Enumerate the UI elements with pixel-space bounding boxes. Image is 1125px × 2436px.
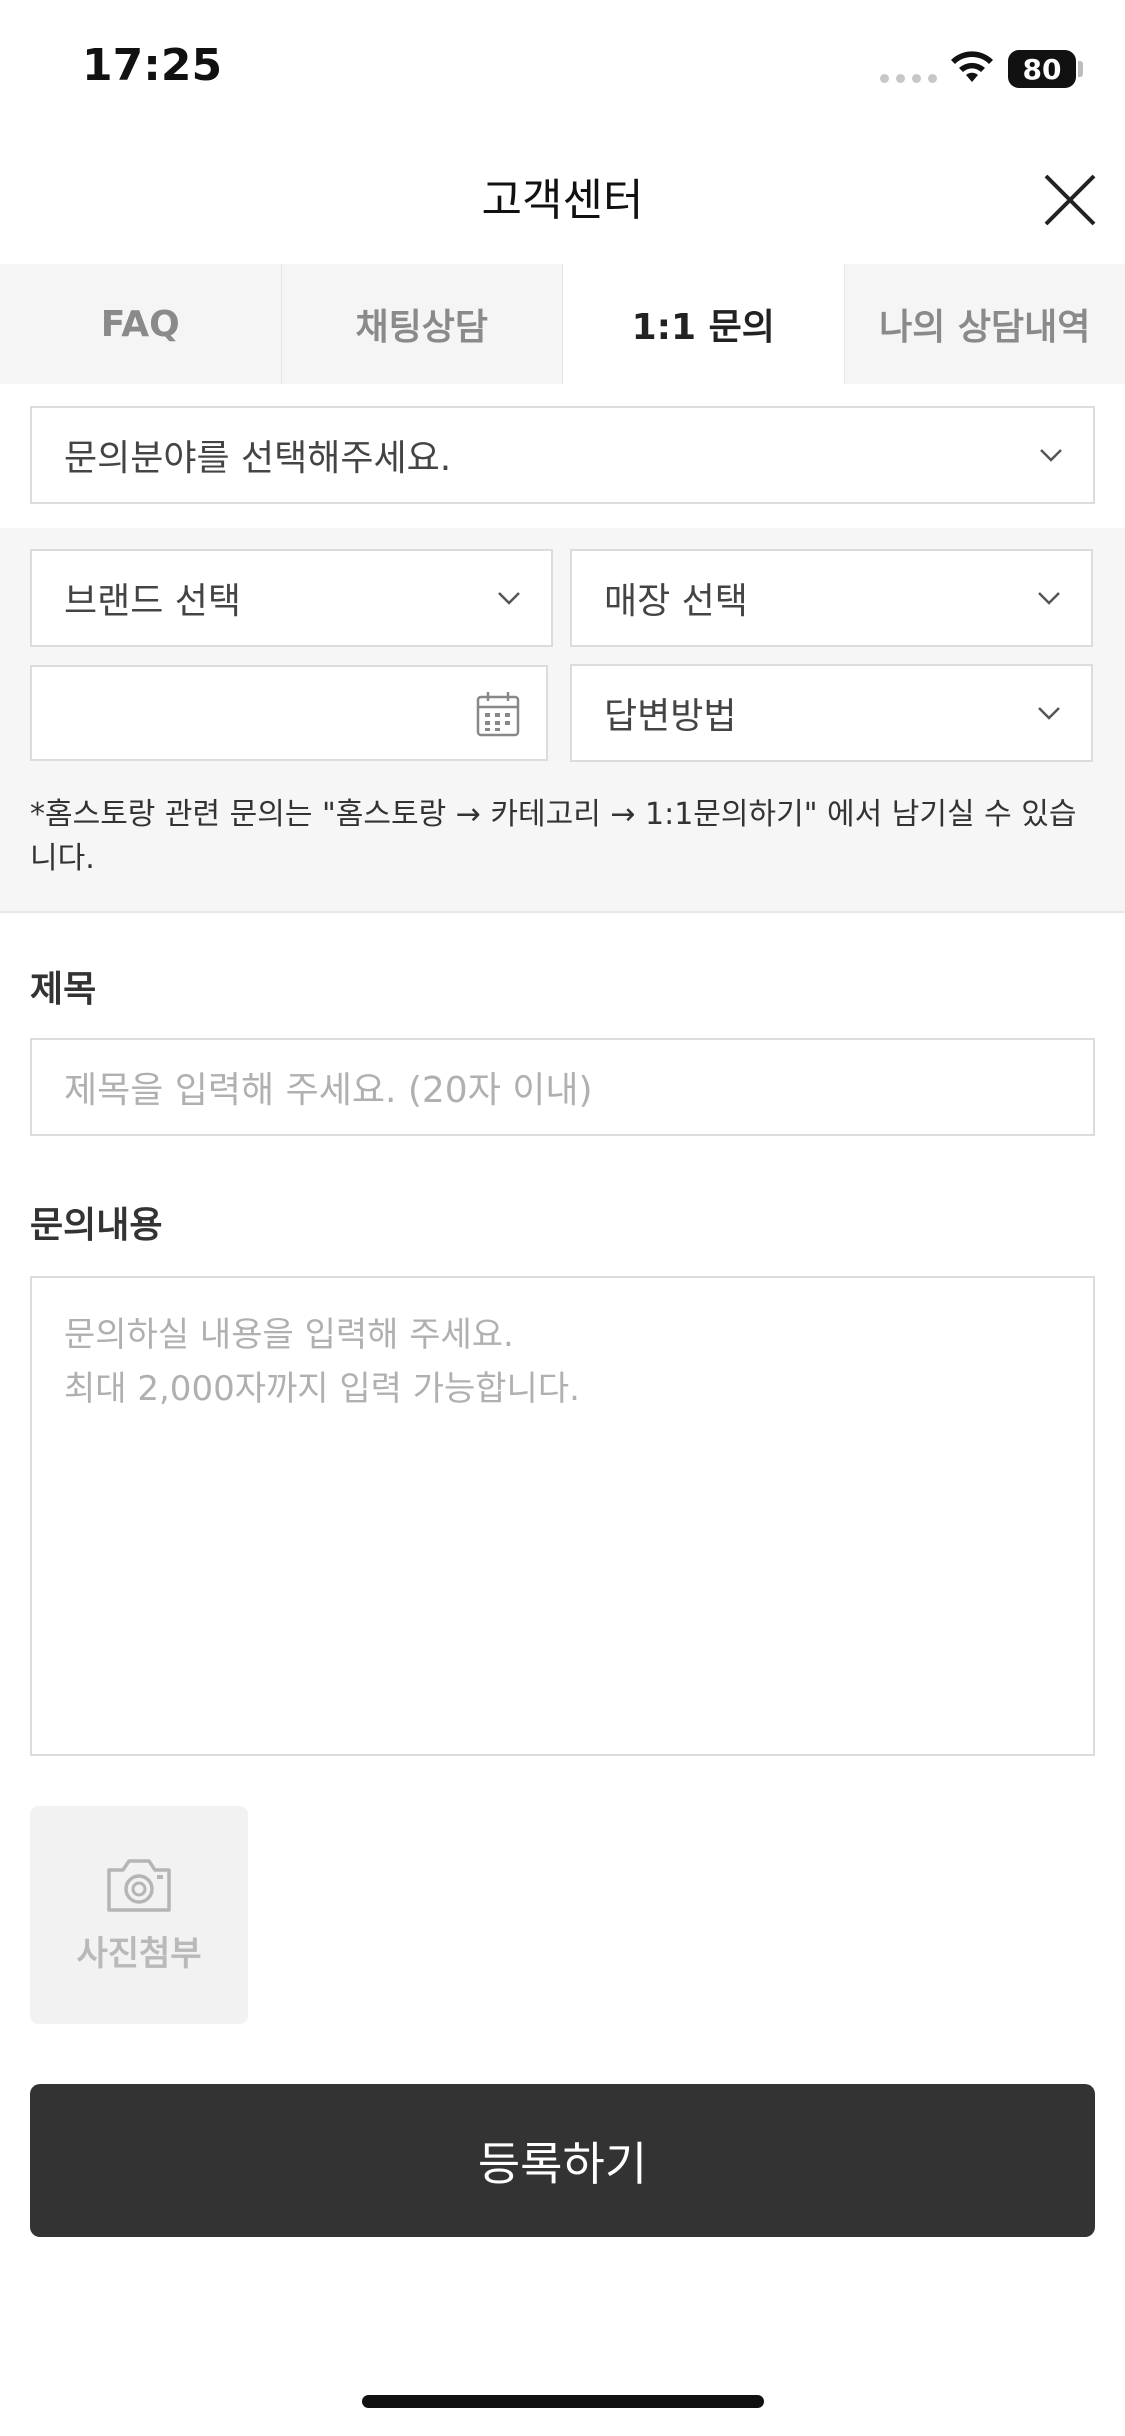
store-select[interactable]: 매장 선택 (570, 549, 1093, 647)
page-title: 고객센터 (481, 175, 644, 226)
chevron-down-icon (1040, 449, 1062, 462)
store-select-value: 매장 선택 (604, 581, 748, 622)
content-label: 문의내용 (30, 1205, 163, 1246)
category-select-value: 문의분야를 선택해주세요. (64, 438, 452, 479)
photo-attach-label: 사진첨부 (76, 1933, 202, 1974)
title-input[interactable]: 제목을 입력해 주세요. (20자 이내) (30, 1038, 1095, 1136)
answer-method-select-value: 답변방법 (604, 696, 737, 737)
title-label: 제목 (30, 969, 97, 1010)
camera-icon (107, 1858, 171, 1912)
content-placeholder-line2: 최대 2,000자까지 입력 가능합니다. (64, 1369, 580, 1409)
home-indicator (362, 2395, 764, 2408)
content-placeholder-line1: 문의하실 내용을 입력해 주세요. (64, 1315, 514, 1355)
brand-select[interactable]: 브랜드 선택 (30, 549, 553, 647)
submit-button[interactable]: 등록하기 (30, 2084, 1095, 2237)
brand-select-value: 브랜드 선택 (64, 581, 242, 622)
close-icon (1044, 174, 1096, 226)
tab-chat-consult[interactable]: 채팅상담 (282, 264, 563, 384)
close-button[interactable] (1040, 170, 1100, 230)
tab-one-to-one-inquiry[interactable]: 1:1 문의 (563, 264, 845, 384)
category-select[interactable]: 문의분야를 선택해주세요. (30, 406, 1095, 504)
answer-method-select[interactable]: 답변방법 (570, 664, 1093, 762)
tab-faq[interactable]: FAQ (0, 264, 282, 384)
wifi-icon (948, 48, 996, 90)
battery-icon: 80 (1008, 50, 1076, 88)
title-input-placeholder: 제목을 입력해 주세요. (20자 이내) (64, 1070, 593, 1111)
date-input[interactable] (30, 665, 548, 761)
chevron-down-icon (1038, 592, 1060, 605)
status-time: 17:25 (82, 40, 223, 91)
photo-attach-button[interactable]: 사진첨부 (30, 1806, 248, 2024)
battery-tip (1078, 61, 1083, 77)
tab-bar: FAQ 채팅상담 1:1 문의 나의 상담내역 (0, 264, 1125, 384)
homestorang-notice: *홈스토랑 관련 문의는 "홈스토랑 → 카테고리 → 1:1문의하기" 에서 … (30, 797, 1077, 876)
cellular-signal-icon (880, 74, 937, 83)
calendar-icon[interactable] (476, 691, 520, 737)
content-textarea[interactable]: 문의하실 내용을 입력해 주세요. 최대 2,000자까지 입력 가능합니다. (30, 1276, 1095, 1756)
tab-my-history[interactable]: 나의 상담내역 (845, 264, 1125, 384)
chevron-down-icon (1038, 707, 1060, 720)
chevron-down-icon (498, 592, 520, 605)
